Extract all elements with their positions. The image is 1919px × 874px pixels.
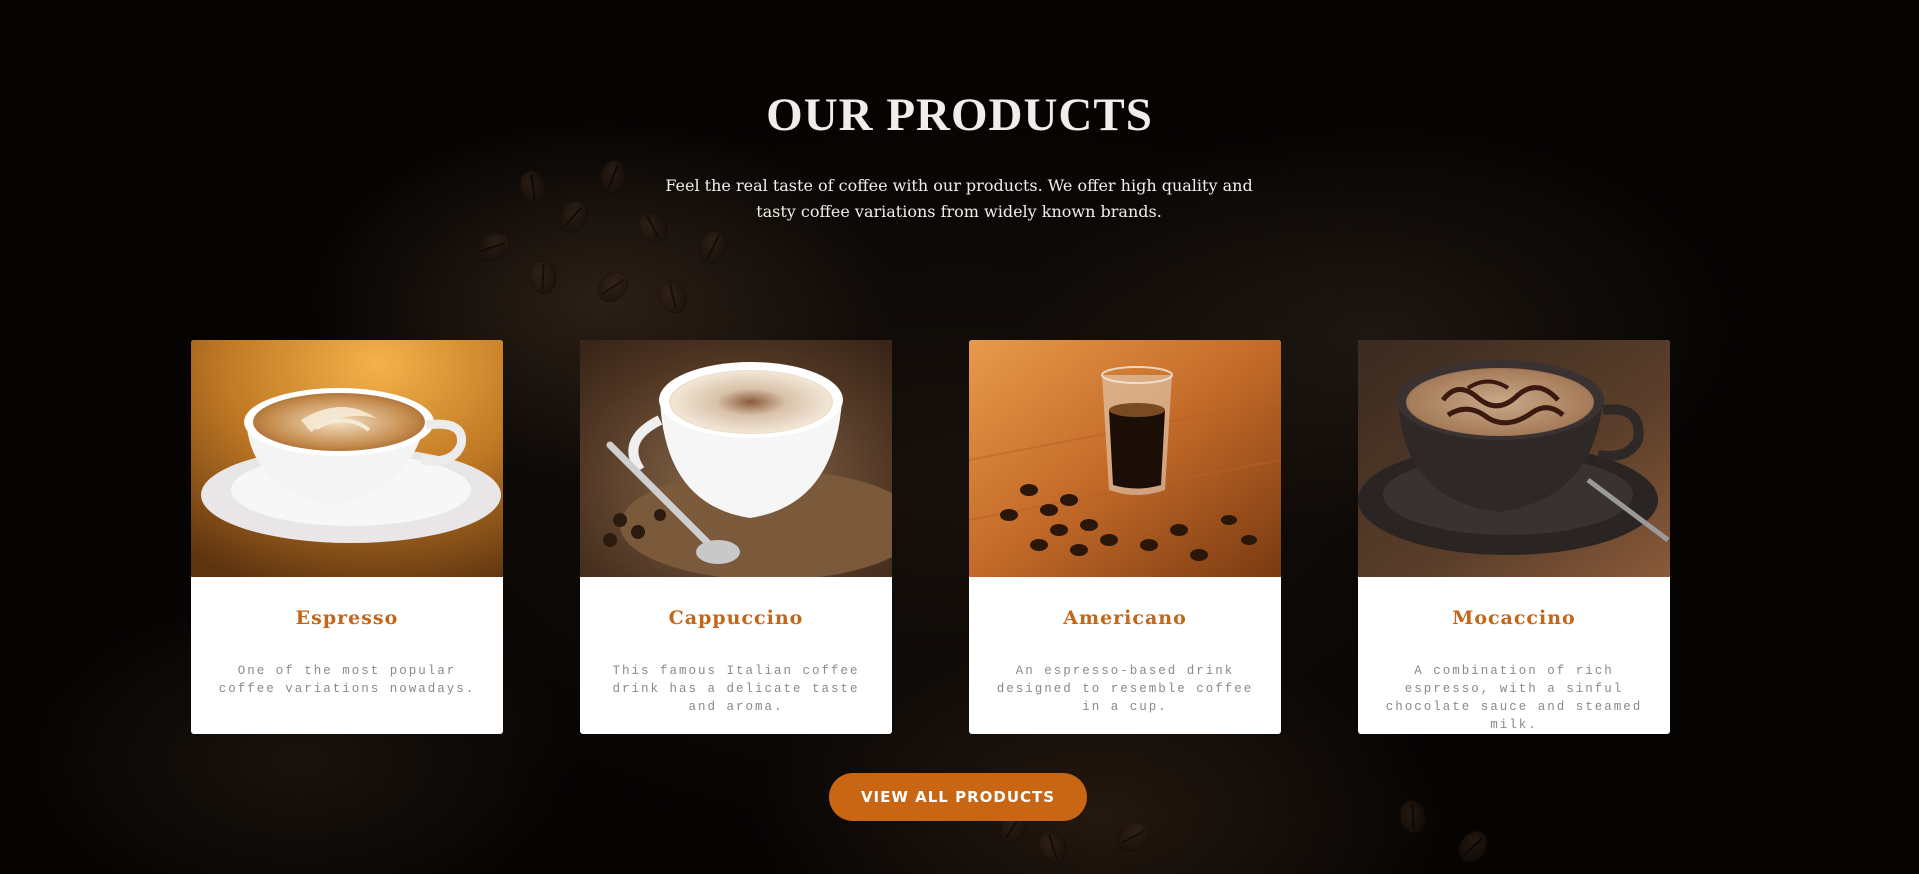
mocaccino-image bbox=[1358, 340, 1670, 577]
product-card-cappuccino[interactable]: Cappuccino This famous Italian coffee dr… bbox=[580, 340, 892, 734]
product-description: This famous Italian coffee drink has a d… bbox=[612, 664, 860, 714]
product-description: A combination of rich espresso, with a s… bbox=[1385, 664, 1643, 732]
product-title[interactable]: Mocaccino bbox=[1358, 607, 1670, 629]
americano-image bbox=[969, 340, 1281, 577]
product-title[interactable]: Americano bbox=[969, 607, 1281, 629]
view-all-products-button[interactable]: VIEW ALL PRODUCTS bbox=[829, 773, 1087, 821]
product-title[interactable]: Espresso bbox=[191, 607, 503, 629]
espresso-image bbox=[191, 340, 503, 577]
section-intro: Feel the real taste of coffee with our p… bbox=[665, 176, 1253, 221]
product-description: An espresso-based drink designed to rese… bbox=[996, 664, 1254, 714]
product-description: One of the most popular coffee variation… bbox=[218, 664, 476, 696]
product-title[interactable]: Cappuccino bbox=[580, 607, 892, 629]
section-title: OUR PRODUCTS bbox=[766, 89, 1153, 141]
cappuccino-image bbox=[580, 340, 892, 577]
product-card-mocaccino[interactable]: Mocaccino A combination of rich espresso… bbox=[1358, 340, 1670, 734]
product-card-espresso[interactable]: Espresso One of the most popular coffee … bbox=[191, 340, 503, 734]
product-card-americano[interactable]: Americano An espresso-based drink design… bbox=[969, 340, 1281, 734]
